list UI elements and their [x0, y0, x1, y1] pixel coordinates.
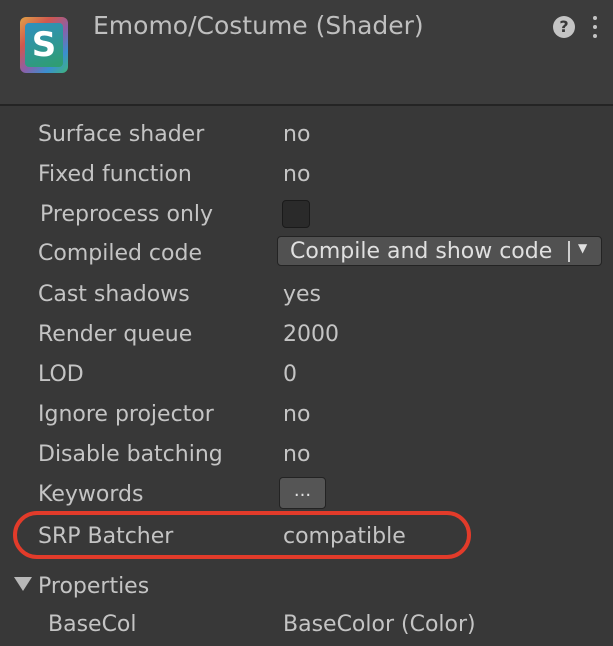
- row-compiled-code: Compiled code Compile and show code ▼: [0, 235, 613, 275]
- row-fixed-function: Fixed function no: [0, 156, 613, 196]
- fixed-function-label: Fixed function: [38, 162, 192, 187]
- help-icon[interactable]: ?: [553, 16, 575, 38]
- row-ignore-projector: Ignore projector no: [0, 396, 613, 436]
- disable-batching-label: Disable batching: [38, 442, 223, 467]
- ignore-projector-label: Ignore projector: [38, 402, 214, 427]
- properties-foldout[interactable]: Properties: [0, 568, 613, 608]
- surface-shader-label: Surface shader: [38, 122, 205, 147]
- cast-shadows-label: Cast shadows: [38, 282, 190, 307]
- inspector-header: S Emomo/Costume (Shader) ?: [0, 0, 613, 106]
- compiled-code-dropdown[interactable]: Compile and show code ▼: [277, 236, 602, 266]
- property-value: BaseColor (Color): [283, 612, 476, 637]
- preprocess-only-label: Preprocess only: [40, 202, 214, 227]
- disable-batching-value: no: [283, 442, 311, 467]
- property-name: BaseCol: [48, 612, 137, 637]
- render-queue-value: 2000: [283, 322, 339, 347]
- lod-label: LOD: [38, 362, 84, 387]
- row-cast-shadows: Cast shadows yes: [0, 276, 613, 316]
- row-lod: LOD 0: [0, 356, 613, 396]
- chevron-down-icon[interactable]: ▼: [578, 241, 587, 255]
- srp-batcher-highlight: [13, 511, 471, 559]
- row-surface-shader: Surface shader no: [0, 116, 613, 156]
- compiled-code-label: Compiled code: [38, 241, 202, 266]
- properties-label: Properties: [38, 574, 150, 599]
- row-preprocess-only: Preprocess only: [0, 196, 613, 236]
- cast-shadows-value: yes: [283, 282, 322, 307]
- ignore-projector-value: no: [283, 402, 311, 427]
- row-disable-batching: Disable batching no: [0, 436, 613, 476]
- property-row: BaseCol BaseColor (Color): [0, 606, 613, 646]
- keywords-button[interactable]: ...: [279, 477, 326, 509]
- fixed-function-value: no: [283, 162, 311, 187]
- shader-icon: S: [20, 17, 68, 73]
- preprocess-only-checkbox[interactable]: [282, 200, 310, 228]
- shader-icon-letter: S: [25, 23, 63, 67]
- dropdown-separator: [568, 241, 570, 262]
- keywords-label: Keywords: [38, 482, 144, 507]
- more-options-icon[interactable]: [588, 14, 602, 40]
- row-render-queue: Render queue 2000: [0, 316, 613, 356]
- foldout-arrow-icon[interactable]: [14, 577, 32, 591]
- inspector-title: Emomo/Costume (Shader): [93, 11, 424, 40]
- row-keywords: Keywords ...: [0, 476, 613, 516]
- surface-shader-value: no: [283, 122, 311, 147]
- compiled-code-dropdown-label: Compile and show code: [290, 239, 553, 264]
- lod-value: 0: [283, 362, 297, 387]
- render-queue-label: Render queue: [38, 322, 193, 347]
